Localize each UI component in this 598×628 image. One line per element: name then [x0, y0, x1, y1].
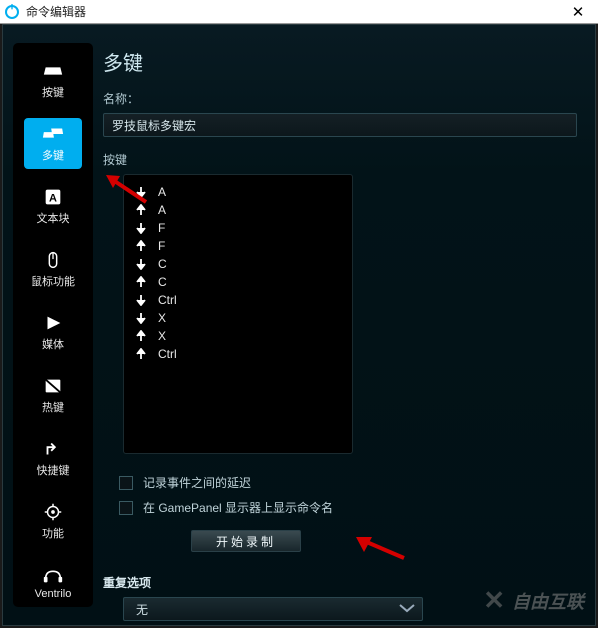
- key-name: X: [158, 311, 166, 325]
- options-group: 记录事件之间的延迟 在 GamePanel 显示器上显示命令名: [103, 474, 577, 516]
- sidebar-item-label: 鼠标功能: [31, 273, 75, 289]
- keystroke-icon: [41, 61, 65, 81]
- key-event-row[interactable]: A: [136, 201, 340, 219]
- media-icon: [41, 313, 65, 333]
- key-name: A: [158, 185, 166, 199]
- key-event-row[interactable]: C: [136, 255, 340, 273]
- hotkeys-icon: [41, 376, 65, 396]
- key-event-row[interactable]: C: [136, 273, 340, 291]
- arrow-down-icon: [136, 186, 146, 198]
- watermark-x-icon: ✕: [483, 585, 505, 616]
- arrow-up-icon: [136, 204, 146, 216]
- checkbox-icon: [119, 501, 133, 515]
- sidebar-item-label: 快捷键: [37, 462, 70, 478]
- repeat-select[interactable]: 无: [123, 597, 423, 621]
- record-delay-label: 记录事件之间的延迟: [143, 474, 251, 491]
- main-panel: 多键 名称： 按键 AAFFCCCtrlXXCtrl 记录事件之间的延迟 在 G…: [103, 25, 595, 625]
- chevron-down-icon: [398, 602, 416, 617]
- multikey-icon: [41, 124, 65, 144]
- svg-text:A: A: [49, 193, 57, 205]
- window-title: 命令编辑器: [26, 3, 562, 20]
- key-events-list[interactable]: AAFFCCCtrlXXCtrl: [123, 174, 353, 454]
- key-name: A: [158, 203, 166, 217]
- key-name: C: [158, 257, 167, 271]
- sidebar-item-textblock[interactable]: A 文本块: [24, 181, 82, 232]
- gamepanel-label: 在 GamePanel 显示器上显示命令名: [143, 499, 333, 516]
- key-event-row[interactable]: X: [136, 309, 340, 327]
- sidebar-item-function[interactable]: 功能: [24, 496, 82, 547]
- function-icon: [41, 502, 65, 522]
- sidebar: 按键多键 A 文本块鼠标功能媒体热键快捷键功能 Ventrilo: [3, 25, 103, 625]
- watermark: ✕ 自由互联: [483, 585, 584, 616]
- sidebar-item-label: 按键: [42, 84, 64, 100]
- sidebar-item-label: Ventrilo: [35, 588, 72, 600]
- arrow-down-icon: [136, 222, 146, 234]
- logo-icon: [4, 4, 20, 20]
- name-label: 名称：: [103, 90, 577, 107]
- sidebar-item-label: 媒体: [42, 336, 64, 352]
- close-button[interactable]: ✕: [562, 3, 594, 21]
- sidebar-item-hotkeys[interactable]: 热键: [24, 370, 82, 421]
- key-event-row[interactable]: Ctrl: [136, 345, 340, 363]
- gamepanel-checkbox[interactable]: 在 GamePanel 显示器上显示命令名: [103, 499, 577, 516]
- arrow-down-icon: [136, 312, 146, 324]
- ventrilo-icon: [41, 565, 65, 585]
- record-delay-checkbox[interactable]: 记录事件之间的延迟: [103, 474, 577, 491]
- arrow-up-icon: [136, 240, 146, 252]
- key-name: X: [158, 329, 166, 343]
- key-name: F: [158, 221, 165, 235]
- sidebar-item-mousefn[interactable]: 鼠标功能: [24, 244, 82, 295]
- key-event-row[interactable]: X: [136, 327, 340, 345]
- macro-name-input[interactable]: [103, 113, 577, 137]
- page-heading: 多键: [103, 47, 577, 76]
- key-event-row[interactable]: Ctrl: [136, 291, 340, 309]
- app-body: 按键多键A文本块鼠标功能媒体热键快捷键功能Ventrilo 多键 名称： 按键 …: [2, 24, 596, 626]
- sidebar-item-multikey[interactable]: 多键: [24, 118, 82, 169]
- key-name: Ctrl: [158, 293, 177, 307]
- keys-label: 按键: [103, 151, 577, 168]
- arrow-up-icon: [136, 276, 146, 288]
- checkbox-icon: [119, 476, 133, 490]
- sidebar-item-label: 多键: [42, 147, 64, 163]
- start-record-button[interactable]: 开始录制: [191, 530, 301, 552]
- mousefn-icon: [41, 250, 65, 270]
- key-event-row[interactable]: A: [136, 183, 340, 201]
- watermark-text: 自由互联: [512, 588, 584, 614]
- sidebar-item-label: 功能: [42, 525, 64, 541]
- sidebar-item-label: 文本块: [37, 210, 70, 226]
- arrow-down-icon: [136, 294, 146, 306]
- arrow-up-icon: [136, 330, 146, 342]
- sidebar-item-ventrilo[interactable]: Ventrilo: [24, 559, 82, 606]
- sidebar-track: 按键多键 A 文本块鼠标功能媒体热键快捷键功能 Ventrilo: [13, 43, 93, 607]
- sidebar-item-label: 热键: [42, 399, 64, 415]
- key-name: Ctrl: [158, 347, 177, 361]
- sidebar-item-keystroke[interactable]: 按键: [24, 55, 82, 106]
- repeat-selected-value: 无: [136, 601, 148, 618]
- shortcut-icon: [41, 439, 65, 459]
- textblock-icon: A: [41, 187, 65, 207]
- key-event-row[interactable]: F: [136, 237, 340, 255]
- key-name: C: [158, 275, 167, 289]
- key-event-row[interactable]: F: [136, 219, 340, 237]
- sidebar-item-media[interactable]: 媒体: [24, 307, 82, 358]
- arrow-down-icon: [136, 258, 146, 270]
- titlebar: 命令编辑器 ✕: [0, 0, 598, 24]
- key-name: F: [158, 239, 165, 253]
- arrow-up-icon: [136, 348, 146, 360]
- sidebar-item-shortcut[interactable]: 快捷键: [24, 433, 82, 484]
